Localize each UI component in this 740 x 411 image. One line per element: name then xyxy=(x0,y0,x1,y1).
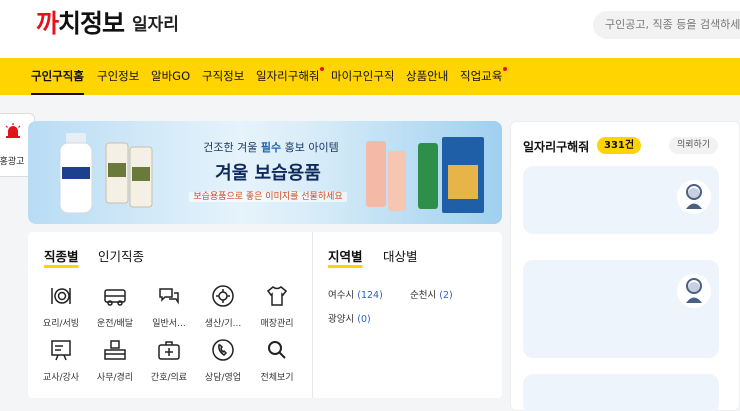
request-card[interactable] xyxy=(523,374,719,411)
category-cooking-serving[interactable]: 요리/서빙 xyxy=(36,284,86,329)
category-view-all[interactable]: 전체보기 xyxy=(252,338,302,383)
ad-request-label: 홍광고 xyxy=(0,157,25,167)
category-label: 간호/의료 xyxy=(150,373,188,383)
category-nursing-medical[interactable]: 간호/의료 xyxy=(144,338,194,383)
user-avatar-icon xyxy=(686,184,702,209)
tab-by-region[interactable]: 지역별 xyxy=(328,246,363,265)
promo-banner[interactable]: 건조한 겨울 필수 홍보 아이템 겨울 보습용품 보습용품으로 좋은 이미지를 … xyxy=(28,121,502,224)
category-label: 요리/서빙 xyxy=(42,319,80,329)
dish-icon xyxy=(51,288,71,304)
phone-icon xyxy=(212,339,234,361)
hand-cream-image xyxy=(366,137,484,213)
new-dot xyxy=(503,67,508,71)
region-gwangyang[interactable]: 광양시 (0) xyxy=(328,311,371,325)
region-suncheon[interactable]: 순천시 (2) xyxy=(410,287,453,301)
siren-icon xyxy=(5,123,21,138)
banner-tagline: 건조한 겨울 필수 홍보 아이템 xyxy=(203,141,339,154)
category-teacher[interactable]: 교사/강사 xyxy=(36,338,86,383)
count-badge: 331건 xyxy=(597,137,642,154)
nav-item-my-jobs[interactable]: 마이구인구직 xyxy=(331,58,394,95)
category-panel: 직종별 인기직종 요리/서빙 운전/배달 일반서... 생산/기... 매장관리 xyxy=(28,232,502,398)
header: 까치정보 일자리 구인공고, 직종 등을 검색하세요 xyxy=(0,0,740,58)
nav-item-job-training[interactable]: 직업교육 xyxy=(460,58,508,95)
user-avatar-icon xyxy=(686,278,702,303)
category-label: 사무/경리 xyxy=(96,373,134,383)
logo-text: 까치정보 xyxy=(36,9,125,38)
category-driving-delivery[interactable]: 운전/배달 xyxy=(90,284,140,329)
desk-icon xyxy=(104,340,126,360)
nav-item-job-postings[interactable]: 구인정보 xyxy=(97,58,139,95)
gear-icon xyxy=(212,285,234,307)
logo-subtitle: 일자리 xyxy=(132,15,179,35)
category-label: 매장관리 xyxy=(260,319,294,329)
nav-item-job-seekers[interactable]: 구직정보 xyxy=(202,58,244,95)
nav-item-find-me-job[interactable]: 일자리구해줘 xyxy=(256,58,325,95)
category-general-service[interactable]: 일반서... xyxy=(144,284,194,329)
nav-item-albago[interactable]: 알바GO xyxy=(151,58,190,95)
category-label: 교사/강사 xyxy=(42,373,80,383)
chat-icon xyxy=(159,288,179,305)
category-label: 상담/영업 xyxy=(204,373,242,383)
category-label: 생산/기... xyxy=(204,319,242,329)
category-label: 일반서... xyxy=(152,319,186,329)
medical-kit-icon xyxy=(158,341,180,360)
category-consulting-sales[interactable]: 상담/영업 xyxy=(198,338,248,383)
category-label: 운전/배달 xyxy=(96,319,134,329)
board-icon xyxy=(51,340,71,361)
site-logo[interactable]: 까치정보 일자리 xyxy=(36,9,179,39)
avatar xyxy=(677,180,711,214)
main-nav: 구인구직홈 구인정보 알바GO 구직정보 일자리구해줘 마이구인구직 상품안내 … xyxy=(0,58,740,95)
nav-item-home[interactable]: 구인구직홈 xyxy=(31,58,84,95)
search-input[interactable]: 구인공고, 직종 등을 검색하세요 xyxy=(593,11,740,39)
panel-divider xyxy=(312,232,313,398)
category-store-management[interactable]: 매장관리 xyxy=(252,284,302,329)
tab-job-type[interactable]: 직종별 xyxy=(44,246,79,265)
nav-item-products[interactable]: 상품안내 xyxy=(406,58,448,95)
search-icon xyxy=(268,341,286,359)
lotion-bottle-image xyxy=(59,133,93,214)
request-button[interactable]: 의뢰하기 xyxy=(669,137,719,154)
truck-icon xyxy=(104,289,126,306)
tab-by-target[interactable]: 대상별 xyxy=(383,246,418,265)
region-yeosu[interactable]: 여수시 (124) xyxy=(328,287,383,301)
new-dot xyxy=(320,67,325,71)
category-label: 전체보기 xyxy=(260,373,294,383)
job-request-panel: 일자리구해줘 331건 의뢰하기 xyxy=(510,121,740,411)
category-office[interactable]: 사무/경리 xyxy=(90,338,140,383)
shirt-icon xyxy=(266,286,288,306)
category-production[interactable]: 생산/기... xyxy=(198,284,248,329)
tab-popular-jobs[interactable]: 인기직종 xyxy=(98,246,144,265)
cream-tube-image xyxy=(105,142,153,208)
panel-title: 일자리구해줘 xyxy=(523,140,590,154)
avatar xyxy=(677,274,711,308)
banner-headline: 겨울 보습용품 xyxy=(215,163,321,184)
banner-subline: 보습용품으로 좋은 이미지를 선물하세요 xyxy=(178,189,358,202)
